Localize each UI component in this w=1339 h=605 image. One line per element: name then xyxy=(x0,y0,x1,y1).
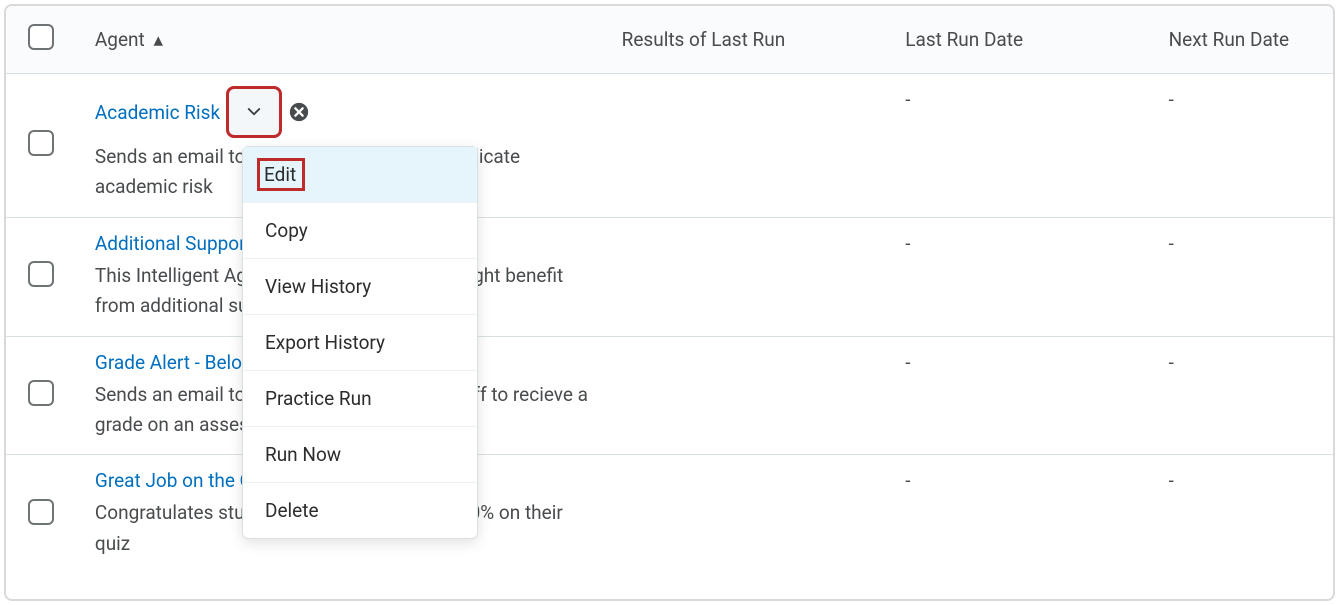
header-last-label: Last Run Date xyxy=(905,28,1023,51)
disabled-icon xyxy=(288,101,310,123)
menu-item-practice-run[interactable]: Practice Run xyxy=(243,370,477,426)
last-run-cell: - xyxy=(905,469,910,492)
menu-item-view-history[interactable]: View History xyxy=(243,258,477,314)
last-run-cell: - xyxy=(905,351,910,374)
menu-item-export-history[interactable]: Export History xyxy=(243,314,477,370)
menu-item-label: Copy xyxy=(265,219,308,242)
select-all-checkbox[interactable] xyxy=(28,24,54,50)
menu-item-label: Practice Run xyxy=(265,387,372,410)
agent-link[interactable]: Academic Risk xyxy=(95,101,220,124)
header-results-label: Results of Last Run xyxy=(622,28,786,51)
header-next-run[interactable]: Next Run Date xyxy=(1151,6,1333,74)
agents-table: Agent ▴ Results of Last Run Last Run Dat… xyxy=(6,6,1333,573)
header-checkbox-cell xyxy=(6,6,77,74)
table-row: Grade Alert - Below 80% Sends an email t… xyxy=(6,336,1333,455)
agent-link[interactable]: Additional Support xyxy=(95,232,252,255)
header-agent-label: Agent xyxy=(95,28,145,51)
row-checkbox[interactable] xyxy=(28,130,54,156)
header-agent[interactable]: Agent ▴ xyxy=(77,6,604,74)
menu-item-edit[interactable]: Edit xyxy=(243,147,477,202)
menu-item-label: Delete xyxy=(265,499,319,522)
row-checkbox[interactable] xyxy=(28,261,54,287)
menu-item-label: Run Now xyxy=(265,443,341,466)
next-run-cell: - xyxy=(1169,232,1174,255)
last-run-cell: - xyxy=(905,88,910,111)
row-checkbox[interactable] xyxy=(28,380,54,406)
menu-item-delete[interactable]: Delete xyxy=(243,482,477,538)
table-row: Academic Risk Sends an email to the stud… xyxy=(6,74,1333,218)
next-run-cell: - xyxy=(1169,469,1174,492)
last-run-cell: - xyxy=(905,232,910,255)
header-results[interactable]: Results of Last Run xyxy=(604,6,888,74)
menu-item-copy[interactable]: Copy xyxy=(243,202,477,258)
menu-item-run-now[interactable]: Run Now xyxy=(243,426,477,482)
header-next-label: Next Run Date xyxy=(1169,28,1289,51)
row-checkbox[interactable] xyxy=(28,499,54,525)
agent-actions-button[interactable] xyxy=(228,88,280,136)
table-row: Great Job on the Quiz Congratulates stud… xyxy=(6,455,1333,573)
table-row: Additional Support This Intelligent Agen… xyxy=(6,217,1333,336)
menu-item-label: View History xyxy=(265,275,371,298)
agent-actions-menu: Edit Copy View History Export History Pr… xyxy=(242,146,478,539)
next-run-cell: - xyxy=(1169,351,1174,374)
menu-item-label: Export History xyxy=(265,331,385,354)
sort-asc-icon: ▴ xyxy=(153,28,163,51)
chevron-down-icon xyxy=(245,103,263,121)
next-run-cell: - xyxy=(1169,88,1174,111)
agents-table-container: Agent ▴ Results of Last Run Last Run Dat… xyxy=(4,4,1335,601)
header-last-run[interactable]: Last Run Date xyxy=(887,6,1150,74)
menu-item-label: Edit xyxy=(257,158,305,191)
table-header-row: Agent ▴ Results of Last Run Last Run Dat… xyxy=(6,6,1333,74)
